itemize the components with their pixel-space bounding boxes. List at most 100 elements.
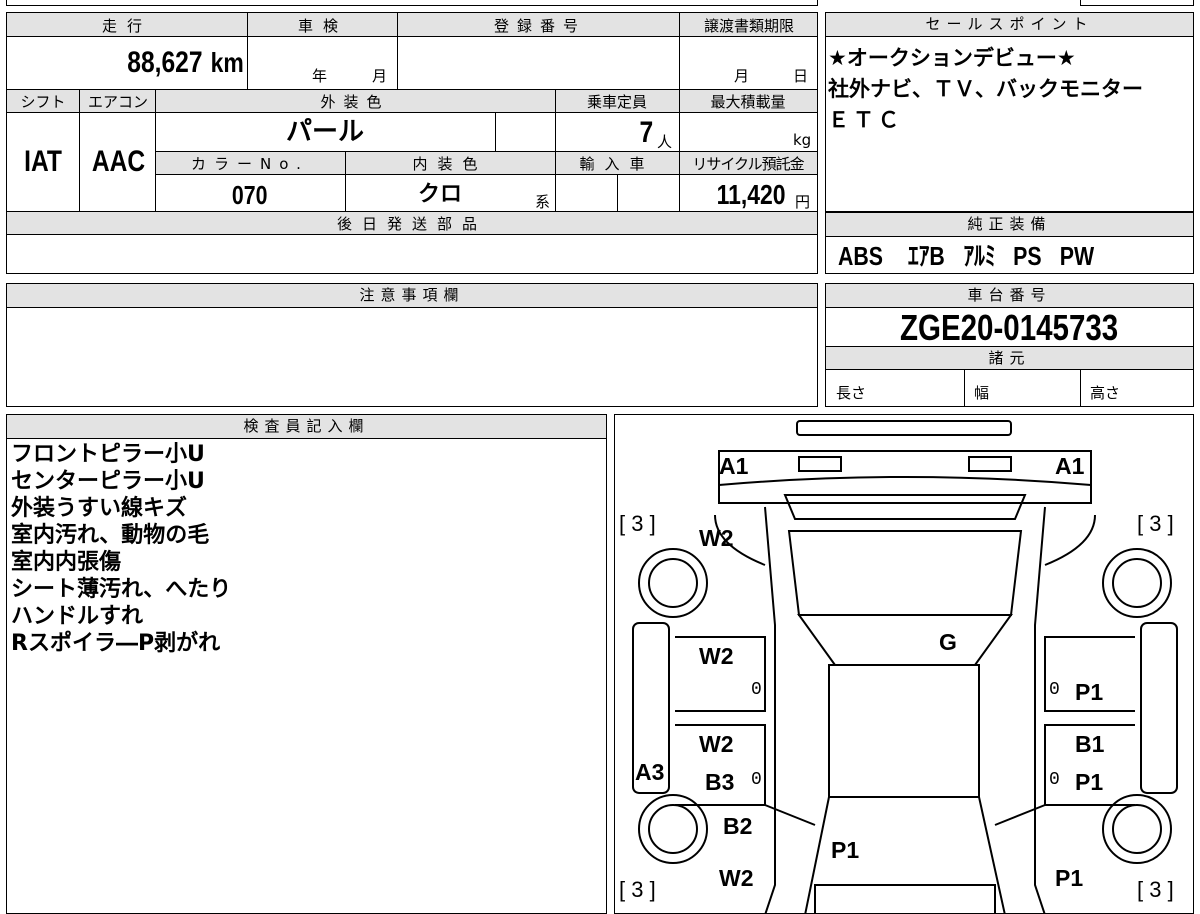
caution-box: 注意事項欄 bbox=[6, 283, 818, 407]
equipment-item: ABS bbox=[838, 241, 884, 271]
later-parts-label: 後日発送部品 bbox=[336, 215, 487, 233]
aircon-label: エアコン bbox=[87, 93, 148, 111]
color-no-label: カラーNo. bbox=[191, 155, 309, 173]
caution-title: 注意事項欄 bbox=[359, 286, 465, 304]
sales-line: 社外ナビ、ＴＶ、バックモニター bbox=[828, 77, 1143, 101]
damage-mark-rear-door-left-2: B3 bbox=[705, 769, 735, 795]
width-label: 幅 bbox=[974, 384, 990, 402]
height-label: 高さ bbox=[1090, 384, 1121, 402]
inspection-year-unit: 年 bbox=[312, 67, 328, 85]
sales-point-box: セールスポイント ★オークションデビュー★ 社外ナビ、ＴＶ、バックモニター ＥＴ… bbox=[825, 12, 1194, 212]
ext-color-value: パール bbox=[285, 117, 364, 147]
damage-mark-left-sill: A3 bbox=[635, 759, 665, 785]
transfer-day-unit: 日 bbox=[793, 67, 809, 85]
color-no-cell: 070 bbox=[155, 175, 345, 211]
chassis-title: 車台番号 bbox=[967, 286, 1052, 304]
recycle-label: リサイクル預託金 bbox=[692, 155, 804, 173]
top-strip-right bbox=[1080, 0, 1194, 6]
inspector-note: 室内内張傷 bbox=[11, 550, 122, 575]
damage-mark-rear-quarter-right: P1 bbox=[1055, 865, 1084, 891]
tyre-depth-rear-right: [ 3 ] bbox=[1137, 877, 1174, 902]
damage-mark-rear-hatch: P1 bbox=[831, 837, 860, 863]
registration-label: 登録番号 bbox=[493, 17, 586, 35]
damage-mark-front-fender-left: W2 bbox=[699, 525, 734, 551]
equipment-item: ｱﾙﾐ bbox=[963, 241, 996, 271]
damage-diagram-box: A1 A1 W2 G W2 P1 W2 B3 B1 P1 A3 B2 W2 P1… bbox=[614, 414, 1194, 914]
mileage-unit: km bbox=[210, 47, 244, 78]
damage-mark-rear-door-right-1: B1 bbox=[1075, 731, 1105, 757]
damage-mark-front-door-left: W2 bbox=[699, 643, 734, 669]
sales-point-header: セールスポイント bbox=[826, 13, 1193, 37]
transfer-deadline-label: 譲渡書類期限 bbox=[703, 17, 794, 35]
capacity-unit: 人 bbox=[657, 133, 673, 151]
capacity-value: 7 bbox=[639, 116, 654, 149]
door-zero-mark: 0 bbox=[751, 680, 762, 700]
aircon-cell: AAC bbox=[81, 113, 155, 211]
damage-mark-rear-fender-left: B2 bbox=[723, 813, 753, 839]
damage-mark-front-left: A1 bbox=[719, 453, 749, 479]
tyre-depth-rear-left: [ 3 ] bbox=[619, 877, 656, 902]
ext-color-label: 外装色 bbox=[320, 93, 390, 111]
equipment-item: PW bbox=[1059, 241, 1094, 271]
sales-line: ★オークションデビュー★ bbox=[828, 46, 1076, 70]
inspector-note: フロントピラー小U bbox=[11, 442, 205, 467]
equipment-header: 純正装備 bbox=[826, 213, 1193, 237]
equipment-title: 純正装備 bbox=[967, 215, 1052, 233]
door-zero-mark: 0 bbox=[1049, 770, 1060, 790]
shift-value: IAT bbox=[24, 145, 62, 178]
equipment-item: ｴｱB bbox=[908, 241, 945, 271]
max-load-label: 最大積載量 bbox=[710, 93, 786, 111]
spec-dim-header: 諸元 bbox=[826, 346, 1193, 370]
inspector-title: 検査員記入欄 bbox=[243, 417, 370, 435]
inspector-notes: フロントピラー小U センターピラー小U 外装うすい線キズ 室内汚れ、動物の毛 室… bbox=[11, 441, 231, 657]
inspector-note: シート薄汚れ、へたり bbox=[11, 577, 232, 602]
inspector-note: 外装うすい線キズ bbox=[11, 496, 188, 521]
spec-table: 走行 車検 登録番号 譲渡書類期限 88,627 km 年 月 月 日 シフト エ… bbox=[6, 12, 818, 274]
damage-mark-rear-door-left: W2 bbox=[699, 731, 734, 757]
recycle-unit: 円 bbox=[795, 193, 811, 211]
int-color-suffix: 系 bbox=[535, 193, 551, 211]
damage-mark-front-right: A1 bbox=[1055, 453, 1085, 479]
inspector-box: 検査員記入欄 フロントピラー小U センターピラー小U 外装うすい線キズ 室内汚れ… bbox=[6, 414, 607, 914]
mileage-label: 走行 bbox=[101, 17, 152, 35]
door-zero-mark: 0 bbox=[751, 770, 762, 790]
aircon-value: AAC bbox=[91, 145, 145, 178]
color-no-value: 070 bbox=[232, 180, 268, 210]
tyre-depth-front-right: [ 3 ] bbox=[1137, 511, 1174, 536]
door-zero-mark: 0 bbox=[1049, 680, 1060, 700]
shift-label: シフト bbox=[20, 93, 66, 111]
chassis-number-cell: ZGE20-0145733 bbox=[826, 308, 1193, 348]
chassis-header: 車台番号 bbox=[826, 284, 1193, 308]
length-label: 長さ bbox=[836, 384, 867, 402]
transfer-month-unit: 月 bbox=[734, 67, 750, 85]
damage-mark-front-door-right: P1 bbox=[1075, 679, 1104, 705]
damage-mark-hood: G bbox=[939, 629, 957, 655]
equipment-item: PS bbox=[1013, 241, 1042, 271]
equipment-box: 純正装備 ABS ｴｱB ｱﾙﾐ PS PW bbox=[825, 212, 1194, 274]
int-color-label: 内装色 bbox=[412, 155, 488, 173]
damage-mark-rear-door-right-2: P1 bbox=[1075, 769, 1104, 795]
equipment-list: ABS ｴｱB ｱﾙﾐ PS PW bbox=[838, 239, 1098, 273]
int-color-cell: クロ bbox=[345, 175, 535, 211]
sales-point-title: セールスポイント bbox=[925, 15, 1094, 33]
top-strip bbox=[6, 0, 818, 6]
damage-mark-rear-quarter-left: W2 bbox=[719, 865, 754, 891]
chassis-box: 車台番号 ZGE20-0145733 諸元 長さ 幅 高さ bbox=[825, 283, 1194, 407]
inspection-month-unit: 月 bbox=[372, 67, 388, 85]
sales-line: ＥＴＣ bbox=[828, 108, 903, 132]
recycle-value: 11,420 bbox=[716, 179, 786, 210]
inspector-note: センターピラー小U bbox=[11, 469, 205, 494]
inspection-label: 車検 bbox=[297, 17, 348, 35]
shift-cell: IAT bbox=[7, 113, 79, 211]
inspector-header: 検査員記入欄 bbox=[7, 415, 606, 439]
spec-dim-title: 諸元 bbox=[988, 349, 1031, 367]
mileage-cell: 88,627 km bbox=[7, 37, 247, 89]
inspector-note: Rスポイラ―P剥がれ bbox=[11, 631, 221, 656]
int-color-value: クロ bbox=[417, 182, 462, 207]
capacity-cell: 7 bbox=[555, 113, 655, 151]
tyre-depth-front-left: [ 3 ] bbox=[619, 511, 656, 536]
ext-color-cell: パール bbox=[155, 113, 495, 151]
caution-header: 注意事項欄 bbox=[7, 284, 817, 308]
inspector-note: ハンドルすれ bbox=[11, 604, 144, 629]
recycle-cell: 11,420 bbox=[679, 175, 793, 211]
